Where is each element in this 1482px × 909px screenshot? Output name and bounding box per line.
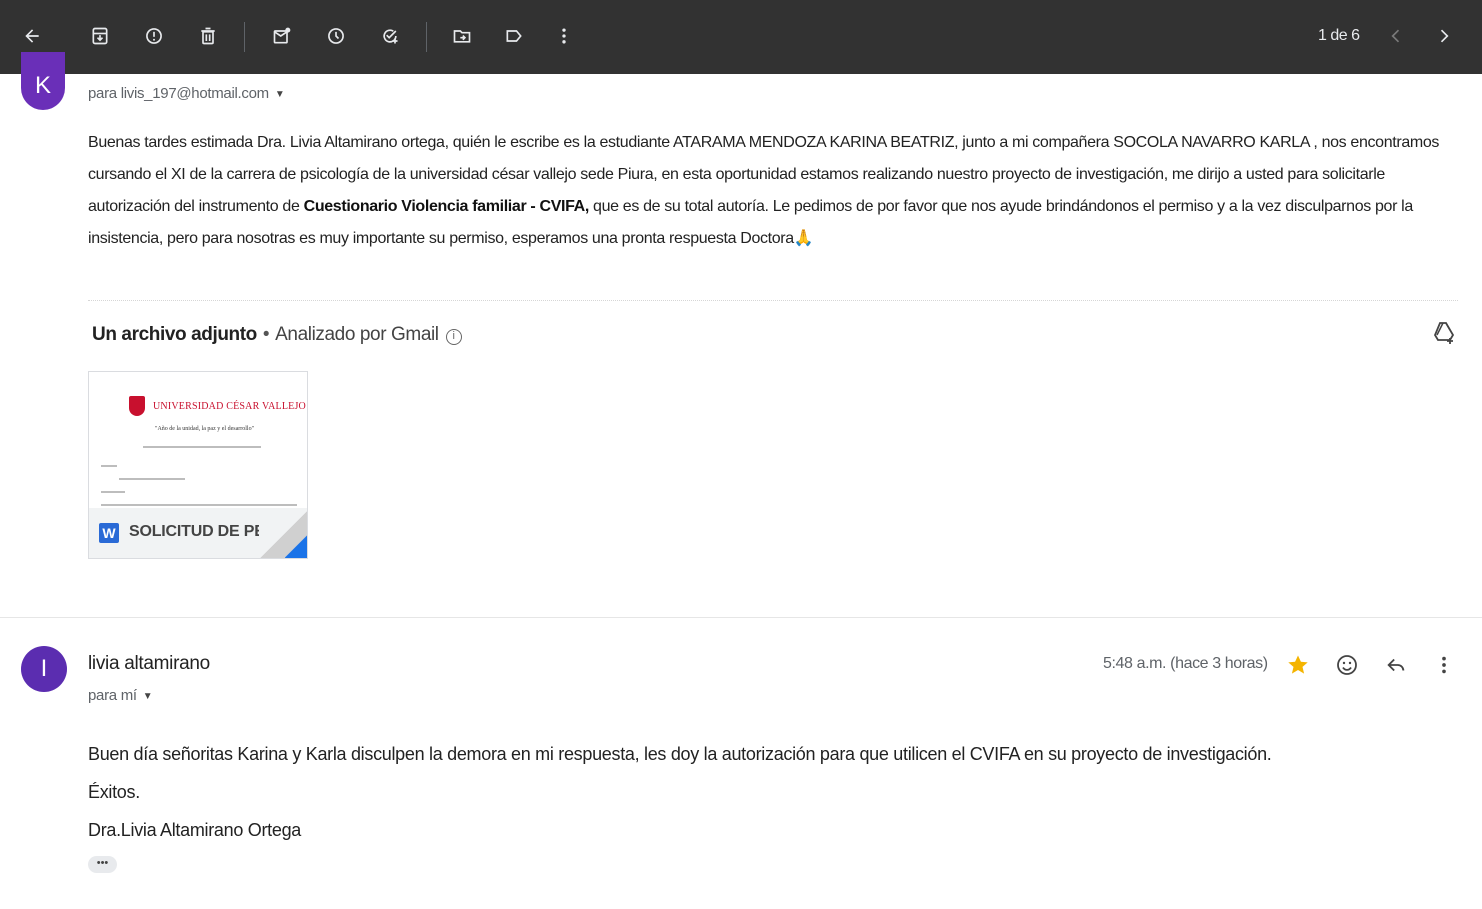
- attachments-title: Un archivo adjunto: [92, 324, 257, 345]
- pager-count: 1 de 6: [1318, 27, 1360, 44]
- delete-icon[interactable]: [194, 22, 222, 50]
- pray-emoji-icon: 🙏: [793, 230, 814, 247]
- toolbar-separator: [244, 22, 245, 52]
- preview-line: [101, 491, 125, 493]
- message-divider: [0, 617, 1482, 618]
- attachments-header: Un archivo adjunto • Analizado por Gmail i: [92, 324, 462, 346]
- preview-university: UNIVERSIDAD CÉSAR VALLEJO: [153, 400, 306, 412]
- reply-icon[interactable]: [1383, 652, 1409, 678]
- reply-body: Buen día señoritas Karina y Karla discul…: [88, 735, 1272, 849]
- separator-dot: •: [262, 324, 270, 345]
- preview-line: [119, 478, 185, 480]
- mark-unread-icon[interactable]: [268, 22, 296, 50]
- star-icon[interactable]: [1285, 652, 1311, 678]
- more-vert-icon[interactable]: [1431, 652, 1457, 678]
- attachments-divider: [88, 300, 1458, 301]
- older-icon[interactable]: [1430, 22, 1458, 50]
- toolbar-separator: [426, 22, 427, 52]
- info-icon[interactable]: i: [445, 329, 462, 345]
- chevron-down-icon[interactable]: ▼: [143, 691, 153, 702]
- message-body: Buenas tardes estimada Dra. Livia Altami…: [88, 127, 1458, 255]
- page-fold-accent: [285, 532, 307, 558]
- archive-icon[interactable]: [86, 22, 114, 50]
- sender-name[interactable]: livia altamirano: [88, 653, 210, 675]
- message-timestamp: 5:48 a.m. (hace 3 horas): [1103, 655, 1268, 672]
- more-vert-icon[interactable]: [550, 22, 578, 50]
- add-to-drive-icon[interactable]: [1432, 320, 1456, 346]
- report-spam-icon[interactable]: [140, 22, 168, 50]
- recipient-line[interactable]: para livis_197@hotmail.com ▼: [88, 85, 285, 102]
- avatar[interactable]: I: [21, 646, 67, 692]
- add-task-icon[interactable]: [376, 22, 404, 50]
- university-shield-icon: [129, 396, 145, 416]
- preview-line: [101, 465, 117, 467]
- preview-motto: "Año de la unidad, la paz y el desarroll…: [155, 426, 255, 432]
- message-toolbar: 1 de 6: [0, 0, 1482, 74]
- avatar-letter: I: [40, 655, 48, 682]
- chevron-down-icon[interactable]: ▼: [275, 89, 285, 100]
- reply-signature: Dra.Livia Altamirano Ortega: [88, 820, 301, 840]
- recipient-text: para livis_197@hotmail.com: [88, 85, 269, 102]
- move-to-icon[interactable]: [448, 22, 476, 50]
- preview-line: [143, 446, 261, 448]
- reply-line: Éxitos.: [88, 782, 140, 802]
- scanned-label: Analizado por Gmail: [275, 324, 439, 345]
- back-arrow-icon[interactable]: [18, 22, 46, 50]
- recipient-text: para mí: [88, 687, 137, 704]
- snooze-icon[interactable]: [322, 22, 350, 50]
- label-icon[interactable]: [500, 22, 528, 50]
- preview-line: [101, 504, 297, 506]
- word-doc-icon: W: [99, 523, 119, 543]
- message-body-bold: Cuestionario Violencia familiar - CVIFA,: [303, 198, 590, 215]
- avatar[interactable]: K: [21, 52, 65, 110]
- emoji-reaction-icon[interactable]: [1334, 652, 1360, 678]
- attachment-card[interactable]: UNIVERSIDAD CÉSAR VALLEJO "Año de la uni…: [88, 371, 308, 559]
- document-preview: UNIVERSIDAD CÉSAR VALLEJO "Año de la uni…: [89, 372, 307, 508]
- university-logo: UNIVERSIDAD CÉSAR VALLEJO: [129, 396, 306, 416]
- reply-line: Buen día señoritas Karina y Karla discul…: [88, 744, 1272, 764]
- avatar-letter: K: [34, 72, 51, 99]
- show-trimmed-content-button[interactable]: •••: [88, 856, 117, 873]
- recipient-line[interactable]: para mí ▼: [88, 687, 153, 704]
- attachment-filename[interactable]: SOLICITUD DE PE...: [129, 523, 278, 541]
- newer-icon[interactable]: [1382, 22, 1410, 50]
